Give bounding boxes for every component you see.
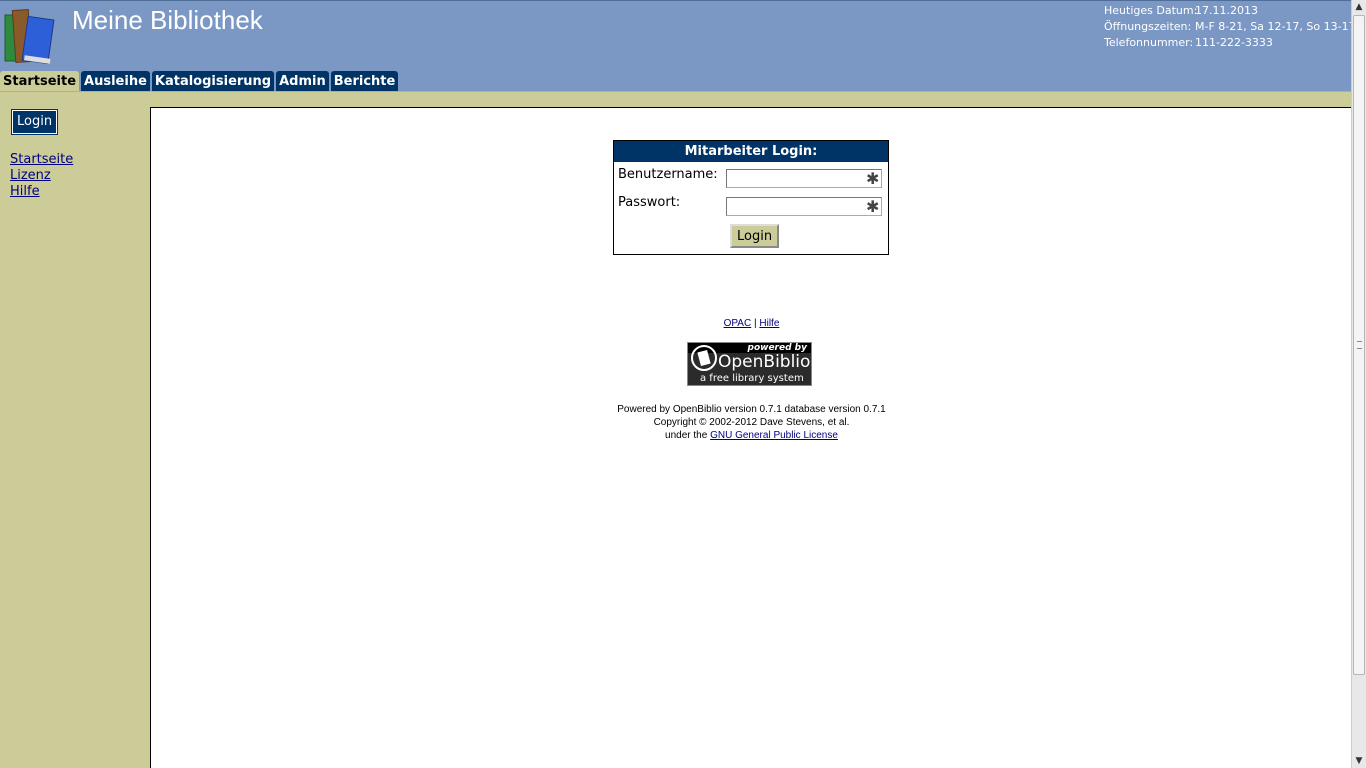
tab-ausleihe[interactable]: Ausleihe [81, 71, 150, 92]
sidebar-links: Startseite Lizenz Hilfe [10, 152, 73, 200]
badge-tagline: a free library system [700, 373, 804, 384]
badge-name: OpenBiblio [718, 352, 811, 372]
footer-links: OPAC | Hilfe [151, 318, 1352, 329]
opac-link[interactable]: OPAC [724, 318, 752, 329]
copyright-line: Copyright © 2002-2012 Dave Stevens, et a… [653, 417, 850, 428]
footer-separator: | [753, 318, 757, 329]
footer-help-link[interactable]: Hilfe [759, 318, 779, 329]
tab-admin[interactable]: Admin [276, 71, 329, 92]
openbiblio-badge[interactable]: powered by OpenBiblio a free library sys… [687, 342, 812, 386]
header-banner: Meine Bibliothek Heutiges Datum:17.11.20… [0, 0, 1356, 92]
main-content: Mitarbeiter Login: Benutzername: ✱ Passw… [150, 107, 1351, 768]
sidebar: Login Startseite Lizenz Hilfe [0, 107, 150, 768]
scroll-up-icon[interactable]: ▲ [1352, 0, 1366, 14]
tab-underline-band [0, 91, 1351, 107]
license-line: under the GNU General Public License [665, 430, 838, 441]
openbiblio-logo-icon [691, 345, 717, 371]
version-line: Powered by OpenBiblio version 0.7.1 data… [617, 404, 886, 415]
username-input[interactable] [726, 169, 882, 188]
vertical-scrollbar[interactable]: ▲ ▼ [1351, 0, 1366, 768]
scroll-down-icon[interactable]: ▼ [1352, 754, 1366, 768]
scroll-thumb[interactable] [1353, 15, 1365, 675]
library-info: Heutiges Datum:17.11.2013 Öffnungszeiten… [1104, 3, 1356, 51]
password-label: Passwort: [618, 195, 681, 210]
required-asterisk-icon: ✱ [866, 169, 880, 188]
tab-berichte[interactable]: Berichte [330, 71, 399, 92]
grip-icon [1357, 341, 1362, 349]
sidebar-login-button[interactable]: Login [10, 109, 59, 135]
sidebar-link-lizenz[interactable]: Lizenz [10, 168, 73, 184]
login-form: Mitarbeiter Login: Benutzername: ✱ Passw… [613, 140, 889, 255]
sidebar-link-startseite[interactable]: Startseite [10, 152, 73, 168]
library-title: Meine Bibliothek [72, 5, 263, 35]
login-submit-button[interactable]: Login [730, 224, 780, 248]
main-tabs: Startseite Ausleihe Katalogisierung Admi… [0, 71, 400, 92]
login-heading: Mitarbeiter Login: [614, 141, 888, 162]
sidebar-link-hilfe[interactable]: Hilfe [10, 184, 73, 200]
info-phone: Telefonnummer: 111-222-3333 [1104, 36, 1273, 49]
username-label: Benutzername: [618, 167, 718, 182]
info-hours: Öffnungszeiten: M-F 8-21, Sa 12-17, So 13… [1104, 20, 1356, 33]
tab-startseite[interactable]: Startseite [0, 71, 80, 92]
powered-by-text: Powered by OpenBiblio version 0.7.1 data… [151, 403, 1352, 442]
gpl-license-link[interactable]: GNU General Public License [710, 430, 838, 441]
info-date: Heutiges Datum:17.11.2013 [1104, 4, 1258, 17]
password-input[interactable] [726, 197, 882, 216]
books-logo-icon [4, 8, 55, 65]
required-asterisk-icon: ✱ [866, 197, 880, 216]
tab-katalogisierung[interactable]: Katalogisierung [151, 71, 275, 92]
